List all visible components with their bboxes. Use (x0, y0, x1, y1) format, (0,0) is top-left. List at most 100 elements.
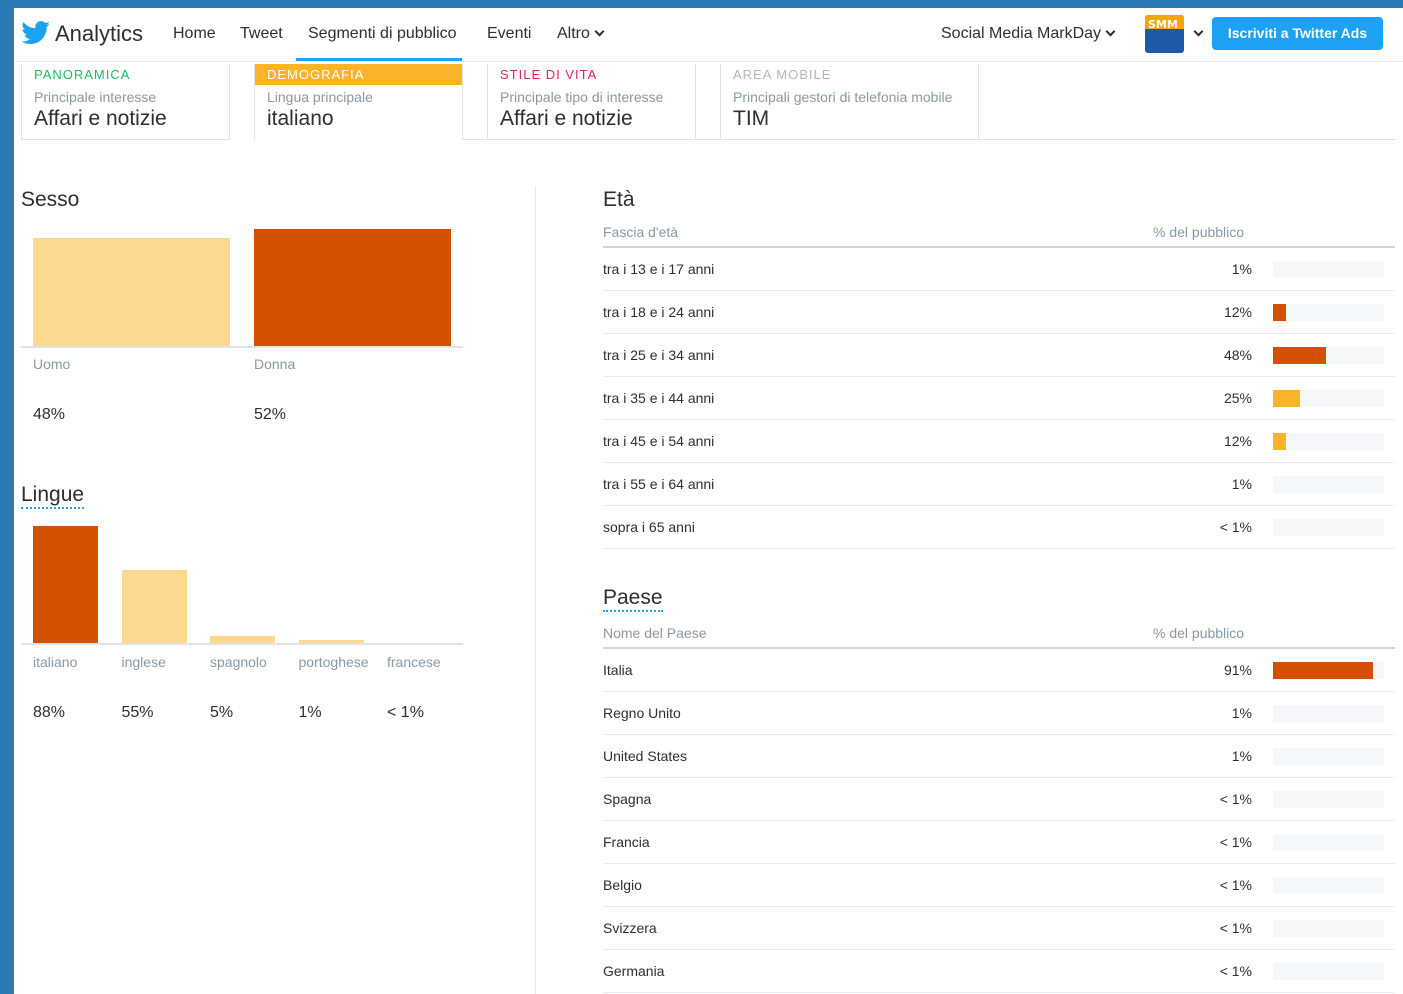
language-bar[interactable] (298, 640, 364, 643)
country-row[interactable]: Regno Unito 1% (603, 692, 1395, 735)
languages-baseline (21, 643, 463, 645)
chevron-down-icon (1105, 26, 1116, 37)
language-bar[interactable] (121, 570, 187, 643)
language-label: italiano (33, 654, 78, 670)
country-row-percent: < 1% (1219, 877, 1252, 893)
gender-bar-donna[interactable] (254, 229, 451, 346)
account-name: Social Media MarkDay (941, 25, 1102, 42)
avatar-menu-toggle[interactable] (1189, 25, 1204, 43)
card-subtitle: Lingua principale (267, 89, 373, 105)
language-label: spagnolo (210, 654, 267, 670)
age-row-bar-track (1273, 347, 1384, 364)
nav-tweet[interactable]: Tweet (240, 25, 283, 43)
age-row-bar (1273, 304, 1286, 321)
country-row-bar-track (1273, 834, 1384, 851)
card-subtitle: Principali gestori di telefonia mobile (733, 89, 953, 105)
country-row-bar (1273, 662, 1373, 679)
card-value: TIM (733, 107, 770, 130)
age-row-label: tra i 35 e i 44 anni (603, 390, 715, 406)
card-overview[interactable]: PANORAMICA Principale interesse Affari e… (21, 64, 230, 140)
country-row-label: Italia (603, 662, 633, 678)
country-row[interactable]: Svizzera < 1% (603, 907, 1395, 950)
gender-title: Sesso (21, 188, 80, 211)
age-row-bar-track (1273, 390, 1384, 407)
country-row-bar (1273, 748, 1274, 765)
age-row-percent: 1% (1231, 261, 1252, 277)
age-row-percent: 12% (1223, 433, 1252, 449)
age-row-percent: 48% (1223, 347, 1252, 363)
card-value: Affari e notizie (34, 107, 167, 130)
country-row[interactable]: Italia 91% (603, 649, 1395, 692)
age-row-label: tra i 25 e i 34 anni (603, 347, 715, 363)
card-value: Affari e notizie (500, 107, 633, 130)
age-col-percent: % del pubblico (1153, 224, 1245, 240)
analytics-window: Analytics Home Tweet Segmenti di pubblic… (14, 8, 1403, 994)
language-percent: 55% (121, 704, 154, 721)
age-row-label: tra i 45 e i 54 anni (603, 433, 715, 449)
age-row[interactable]: tra i 35 e i 44 anni 25% (603, 377, 1395, 420)
age-row-bar-track (1273, 261, 1384, 278)
card-demographics[interactable]: DEMOGRAFIA Lingua principale italiano (254, 64, 463, 140)
age-row-bar-track (1273, 519, 1384, 536)
country-title-label: Paese (603, 586, 663, 612)
country-row[interactable]: Belgio < 1% (603, 864, 1395, 907)
age-row[interactable]: sopra i 65 anni < 1% (603, 506, 1395, 549)
country-row-label: Belgio (603, 877, 642, 893)
account-menu[interactable]: Social Media MarkDay (941, 25, 1116, 43)
language-percent: 88% (33, 704, 66, 721)
twitter-bird-icon[interactable] (21, 21, 51, 45)
languages-title-label: Lingue (21, 483, 85, 509)
chevron-down-icon (594, 26, 605, 37)
age-row[interactable]: tra i 45 e i 54 anni 12% (603, 420, 1395, 463)
country-row[interactable]: Spagna < 1% (603, 778, 1395, 821)
country-row-percent: < 1% (1219, 834, 1252, 850)
nav-more[interactable]: Altro (557, 25, 605, 43)
nav-home[interactable]: Home (173, 25, 216, 43)
country-row-bar (1273, 705, 1274, 722)
language-bar[interactable] (33, 526, 98, 643)
country-row-percent: < 1% (1219, 963, 1252, 979)
age-row-bar (1273, 261, 1274, 278)
age-row[interactable]: tra i 25 e i 34 anni 48% (603, 334, 1395, 377)
age-row[interactable]: tra i 55 e i 64 anni 1% (603, 463, 1395, 506)
country-row[interactable]: Germania < 1% (603, 950, 1395, 993)
country-row[interactable]: Francia < 1% (603, 821, 1395, 864)
card-tab-label: DEMOGRAFIA (255, 64, 462, 85)
column-divider (535, 186, 536, 994)
country-title[interactable]: Paese (603, 586, 663, 612)
age-row-label: tra i 13 e i 17 anni (603, 261, 715, 277)
country-row-bar-track (1273, 877, 1384, 894)
language-bar[interactable] (210, 636, 275, 643)
card-mobile[interactable]: AREA MOBILE Principali gestori di telefo… (720, 64, 979, 140)
country-row[interactable]: United States 1% (603, 735, 1395, 778)
twitter-ads-signup-button[interactable]: Iscriviti a Twitter Ads (1212, 17, 1383, 50)
avatar[interactable]: SMM (1145, 15, 1184, 53)
nav-audience-segments[interactable]: Segmenti di pubblico (308, 25, 457, 43)
gender-percent: 52% (254, 406, 287, 423)
country-col-name: Nome del Paese (603, 625, 707, 641)
card-tab-label: STILE DI VITA (500, 67, 598, 82)
country-table-header: Nome del Paese % del pubblico (603, 618, 1395, 649)
age-row[interactable]: tra i 13 e i 17 anni 1% (603, 248, 1395, 291)
active-tab-indicator (296, 58, 462, 61)
language-label: portoghese (298, 654, 369, 670)
card-value: italiano (267, 107, 334, 130)
country-row-bar-track (1273, 791, 1384, 808)
gender-bar-uomo[interactable] (33, 238, 230, 346)
nav-events[interactable]: Eventi (487, 25, 531, 43)
age-row-label: tra i 55 e i 64 anni (603, 476, 715, 492)
country-row-label: Germania (603, 963, 665, 979)
languages-title[interactable]: Lingue (21, 483, 85, 509)
brand-title[interactable]: Analytics (55, 21, 143, 47)
country-row-percent: 91% (1223, 662, 1252, 678)
age-row-percent: < 1% (1219, 519, 1252, 535)
country-row-bar-track (1273, 662, 1384, 679)
cards-divider (463, 139, 1395, 140)
age-row-bar (1273, 476, 1274, 493)
age-row-bar-track (1273, 433, 1384, 450)
age-row-bar (1273, 390, 1300, 407)
country-row-bar-track (1273, 963, 1384, 980)
country-row-percent: 1% (1231, 705, 1252, 721)
card-lifestyle[interactable]: STILE DI VITA Principale tipo di interes… (487, 64, 696, 140)
age-row[interactable]: tra i 18 e i 24 anni 12% (603, 291, 1395, 334)
